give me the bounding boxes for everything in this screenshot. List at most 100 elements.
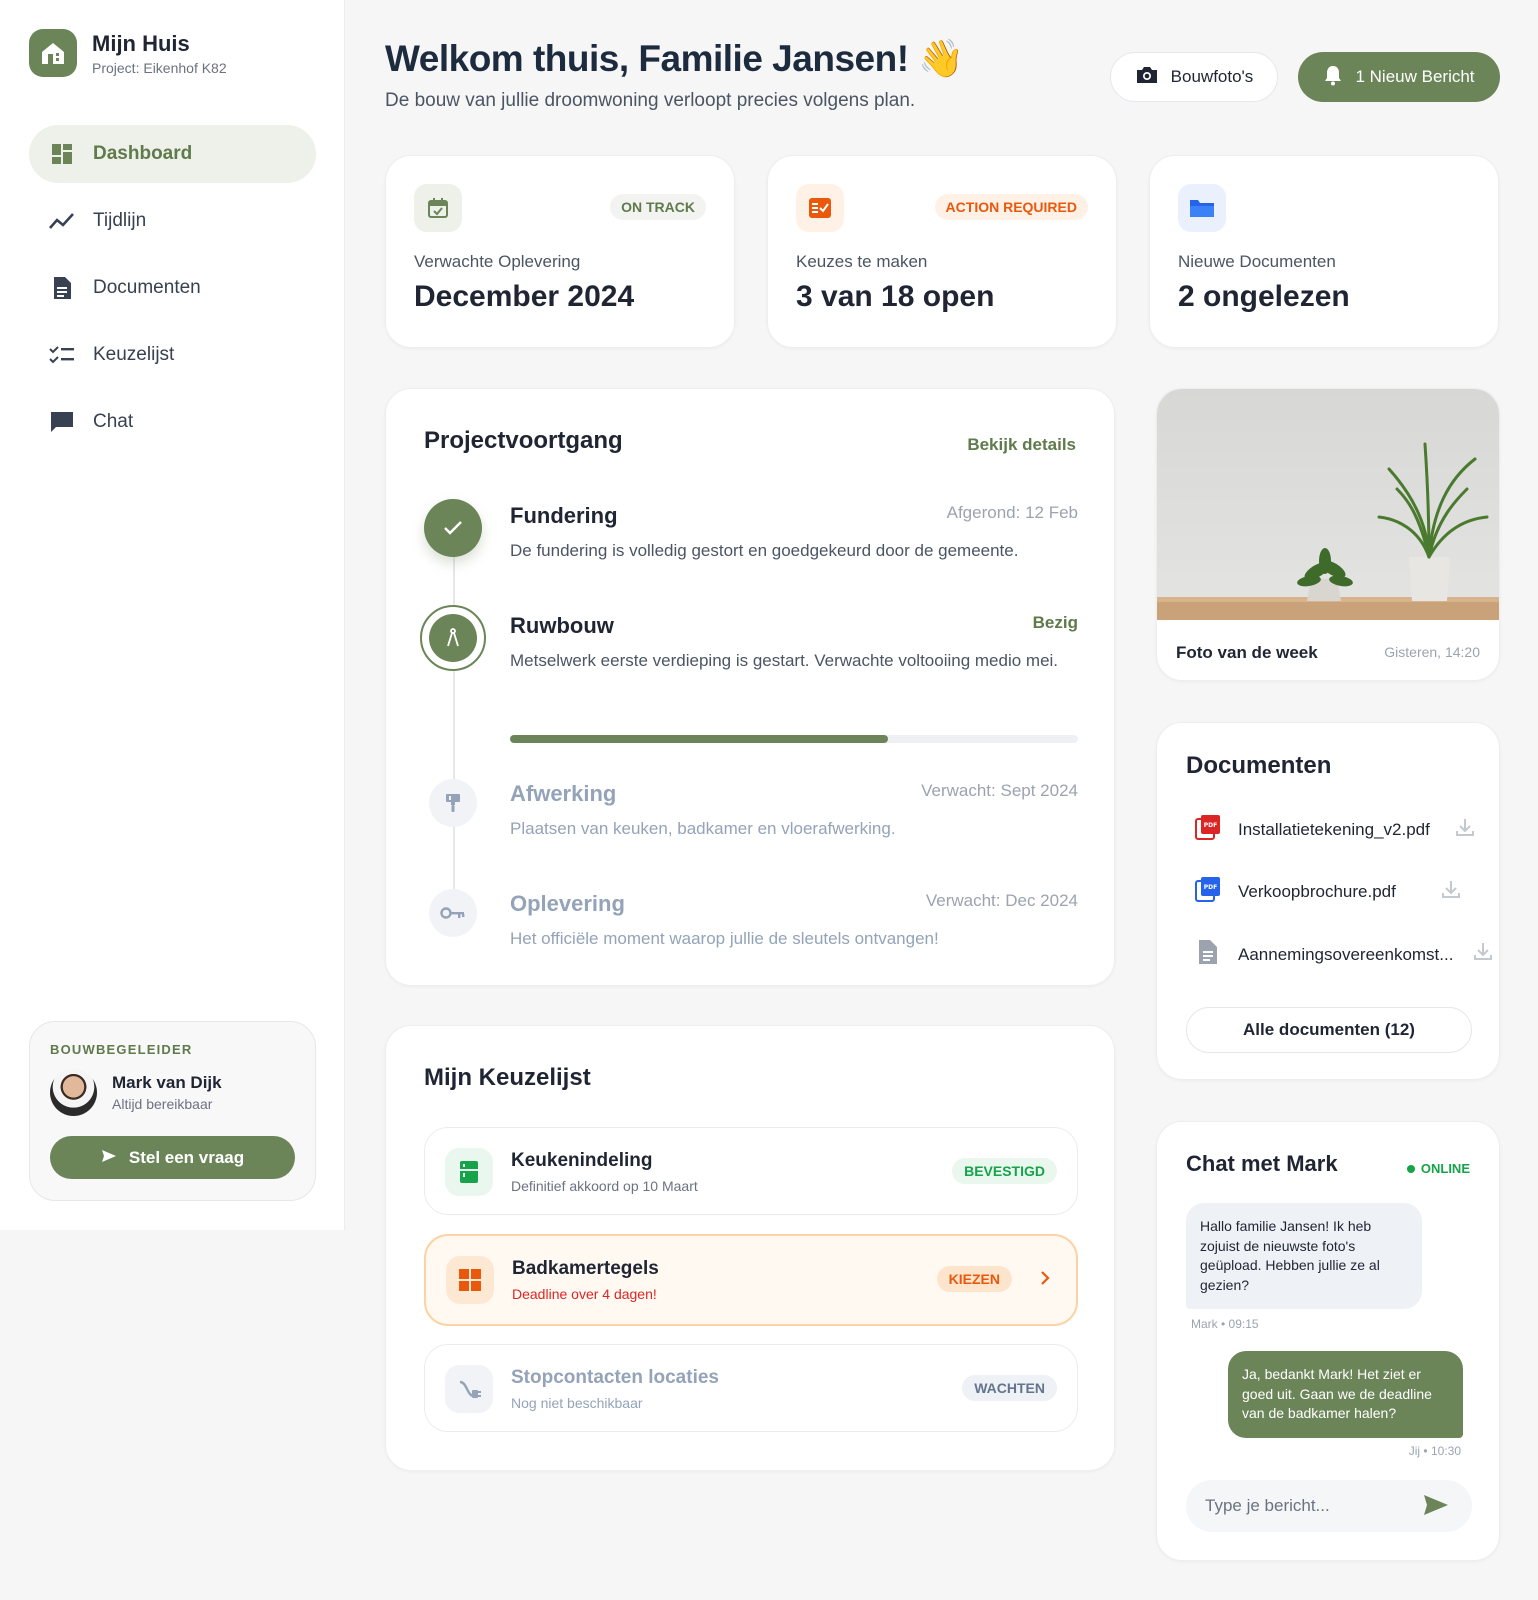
step-meta: Afgerond: 12 Feb bbox=[946, 503, 1078, 522]
document-item[interactable]: Aannemingsovereenkomst... bbox=[1195, 939, 1453, 970]
step-description: De fundering is volledig gestort en goed… bbox=[510, 541, 1019, 560]
card-title: Documenten bbox=[1186, 752, 1332, 779]
online-dot-icon bbox=[1406, 1164, 1415, 1173]
chat-message-outgoing: Ja, bedankt Mark! Het ziet er goed uit. … bbox=[1228, 1351, 1463, 1438]
timeline-step-active: Ruwbouw Bezig Metselwerk eerste verdiepi… bbox=[420, 605, 1078, 749]
status-badge: WACHTEN bbox=[962, 1375, 1057, 1401]
stat-card-delivery: ON TRACK Verwachte Oplevering December 2… bbox=[385, 155, 735, 348]
chat-icon bbox=[49, 409, 75, 435]
message-meta: Jij • 10:30 bbox=[1408, 1444, 1461, 1458]
step-meta: Verwacht: Dec 2024 bbox=[925, 891, 1078, 910]
sidebar-item-dashboard[interactable]: Dashboard bbox=[29, 125, 316, 183]
choice-item-badkamertegels[interactable]: Badkamertegels Deadline over 4 dagen! KI… bbox=[424, 1234, 1078, 1326]
documents-card: Documenten PDF Installatietekening_v2.pd… bbox=[1156, 722, 1500, 1080]
ask-question-button[interactable]: Stel een vraag bbox=[50, 1136, 295, 1179]
paint-roller-icon bbox=[429, 779, 477, 827]
sidebar-item-label: Dashboard bbox=[93, 143, 193, 164]
stat-label: Keuzes te maken bbox=[796, 252, 928, 271]
status-badge: BEVESTIGD bbox=[952, 1158, 1057, 1184]
stat-value: December 2024 bbox=[414, 280, 635, 313]
plug-icon bbox=[445, 1365, 493, 1413]
sidebar-item-label: Tijdlijn bbox=[93, 210, 147, 231]
step-description: Metselwerk eerste verdieping is gestart.… bbox=[510, 651, 1059, 670]
construction-photos-button[interactable]: Bouwfoto's bbox=[1110, 52, 1278, 102]
timeline-step: Afwerking Verwacht: Sept 2024 Plaatsen v… bbox=[424, 777, 1078, 867]
ask-question-label: Stel een vraag bbox=[128, 1147, 245, 1167]
timeline-step: Oplevering Verwacht: Dec 2024 Het offici… bbox=[424, 887, 1078, 977]
house-logo-icon bbox=[29, 29, 77, 77]
step-description: Het officiële moment waarop jullie de sl… bbox=[510, 929, 939, 948]
chevron-right-icon bbox=[1040, 1270, 1050, 1291]
status-badge: KIEZEN bbox=[936, 1266, 1012, 1292]
chat-message-incoming: Hallo familie Jansen! Ik heb zojuist de … bbox=[1186, 1203, 1422, 1309]
advisor-label: BOUWBEGELEIDER bbox=[50, 1042, 193, 1057]
photo-of-week-image bbox=[1157, 389, 1499, 620]
choice-subtitle: Nog niet beschikbaar bbox=[511, 1395, 643, 1411]
sidebar: Mijn Huis Project: Eikenhof K82 Dashboar… bbox=[0, 0, 345, 1230]
step-title: Afwerking bbox=[510, 781, 617, 806]
construction-photos-label: Bouwfoto's bbox=[1170, 67, 1254, 86]
project-progress-card: Projectvoortgang Bekijk details Funderin… bbox=[385, 388, 1115, 986]
compass-icon bbox=[420, 605, 486, 671]
status-badge: ON TRACK bbox=[610, 194, 706, 220]
sidebar-item-keuzelijst[interactable]: Keuzelijst bbox=[29, 326, 316, 384]
stat-card-choices: ACTION REQUIRED Keuzes te maken 3 van 18… bbox=[767, 155, 1117, 348]
download-icon[interactable] bbox=[1473, 941, 1493, 966]
file-icon bbox=[1195, 939, 1221, 970]
sidebar-item-label: Documenten bbox=[93, 277, 201, 298]
calendar-check-icon bbox=[414, 184, 462, 232]
sidebar-item-tijdlijn[interactable]: Tijdlijn bbox=[29, 192, 316, 250]
tiles-icon bbox=[446, 1256, 494, 1304]
step-title: Ruwbouw bbox=[510, 613, 614, 638]
advisor-name: Mark van Dijk bbox=[112, 1073, 222, 1092]
pdf-blue-icon: PDF bbox=[1195, 876, 1221, 907]
view-details-link[interactable]: Bekijk details bbox=[967, 435, 1076, 455]
send-icon bbox=[101, 1148, 117, 1168]
photo-of-week-card[interactable]: Foto van de week Gisteren, 14:20 bbox=[1156, 388, 1500, 681]
page-subtitle: De bouw van jullie droomwoning verloopt … bbox=[385, 90, 916, 111]
brand-title: Mijn Huis bbox=[92, 30, 190, 56]
photo-timestamp: Gisteren, 14:20 bbox=[1384, 644, 1480, 660]
progress-bar bbox=[510, 735, 1078, 743]
stat-value: 2 ongelezen bbox=[1178, 280, 1350, 313]
choice-item-keukenindeling[interactable]: Keukenindeling Definitief akkoord op 10 … bbox=[424, 1127, 1078, 1215]
check-icon bbox=[424, 499, 482, 557]
sidebar-item-chat[interactable]: Chat bbox=[29, 393, 316, 451]
project-name: Project: Eikenhof K82 bbox=[92, 59, 227, 76]
all-documents-button[interactable]: Alle documenten (12) bbox=[1186, 1007, 1472, 1053]
step-meta: Bezig bbox=[1032, 613, 1078, 632]
choice-subtitle: Deadline over 4 dagen! bbox=[512, 1286, 657, 1302]
timeline-icon bbox=[49, 208, 75, 234]
choice-title: Badkamertegels bbox=[512, 1258, 659, 1279]
page-title: Welkom thuis, Familie Jansen! 👋 bbox=[385, 38, 964, 79]
choice-subtitle: Definitief akkoord op 10 Maart bbox=[511, 1178, 698, 1194]
timeline-step: Fundering Afgerond: 12 Feb De fundering … bbox=[424, 499, 1078, 589]
dashboard-icon bbox=[49, 141, 75, 167]
new-message-button[interactable]: 1 Nieuw Bericht bbox=[1298, 52, 1500, 102]
choice-item-stopcontacten[interactable]: Stopcontacten locaties Nog niet beschikb… bbox=[424, 1344, 1078, 1432]
download-icon[interactable] bbox=[1441, 879, 1461, 904]
sidebar-nav: Dashboard Tijdlijn Documenten Keuzelijst… bbox=[29, 125, 316, 460]
stat-label: Verwachte Oplevering bbox=[414, 252, 581, 271]
new-message-label: 1 Nieuw Bericht bbox=[1355, 67, 1475, 86]
card-title: Mijn Keuzelijst bbox=[424, 1064, 591, 1091]
step-description: Plaatsen van keuken, badkamer en vloeraf… bbox=[510, 819, 896, 838]
document-name: Aannemingsovereenkomst... bbox=[1238, 944, 1454, 964]
online-status: ONLINE bbox=[1406, 1161, 1470, 1176]
photo-caption: Foto van de week bbox=[1176, 643, 1318, 662]
stat-label: Nieuwe Documenten bbox=[1178, 252, 1336, 271]
document-icon bbox=[49, 275, 75, 301]
document-item[interactable]: PDF Installatietekening_v2.pdf bbox=[1195, 814, 1430, 845]
task-list-icon bbox=[796, 184, 844, 232]
document-item[interactable]: PDF Verkoopbrochure.pdf bbox=[1195, 876, 1396, 907]
download-icon[interactable] bbox=[1455, 817, 1475, 842]
bell-icon bbox=[1323, 64, 1343, 91]
document-name: Installatietekening_v2.pdf bbox=[1238, 819, 1430, 839]
kitchen-icon bbox=[445, 1148, 493, 1196]
choice-list-card: Mijn Keuzelijst Keukenindeling Definitie… bbox=[385, 1025, 1115, 1471]
pdf-red-icon: PDF bbox=[1195, 814, 1221, 845]
brand[interactable]: Mijn Huis Project: Eikenhof K82 bbox=[29, 29, 227, 77]
send-icon[interactable] bbox=[1423, 1494, 1451, 1520]
sidebar-item-documenten[interactable]: Documenten bbox=[29, 259, 316, 317]
step-meta: Verwacht: Sept 2024 bbox=[921, 781, 1078, 800]
